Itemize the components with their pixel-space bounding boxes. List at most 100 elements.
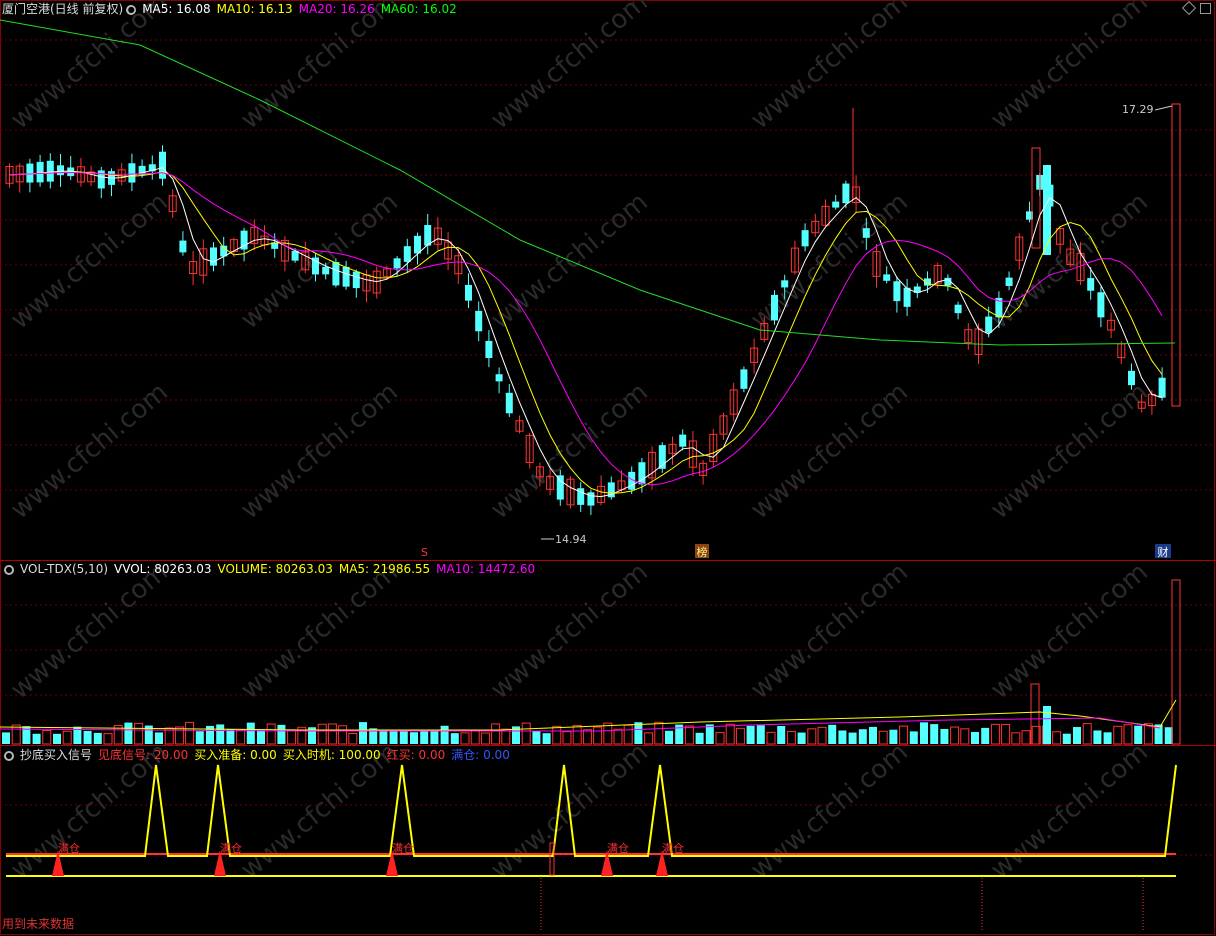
volume-up (266, 723, 276, 745)
volume-down (83, 730, 92, 744)
volume-down (216, 724, 225, 744)
marker-cai: 财 (1158, 545, 1169, 559)
candle-down (883, 274, 891, 281)
volume-up (593, 726, 603, 745)
volume-down (858, 729, 867, 744)
volume-down (634, 722, 643, 744)
volume-up (1011, 732, 1021, 745)
volume-down (53, 733, 61, 744)
candle-down (57, 165, 64, 176)
candle-down (36, 161, 44, 183)
sig_header-item-2: 买入时机: 100.00 (282, 748, 381, 762)
signal-label: 满仓 (58, 841, 80, 855)
main_header-item-1: MA10: 16.13 (216, 2, 293, 16)
candle-down (1158, 377, 1166, 398)
sig_header-item-3: 红买: 0.00 (386, 748, 446, 762)
volume-up (786, 731, 796, 745)
candle-down (393, 258, 401, 269)
sig_header-item-0: 见底信号: 20.00 (98, 748, 189, 762)
marker-bang: 榜 (697, 545, 708, 559)
signal-header: ● 抄底买入信号 见底信号: 20.00 买入准备: 0.00 买入时机: 100.00… (0, 746, 522, 764)
volume-down (981, 727, 990, 744)
candle-down (424, 225, 432, 246)
watermark-text: www.cfchi.com (5, 557, 174, 705)
volume-down (1093, 730, 1102, 744)
volume-up (735, 727, 745, 745)
volume-down (797, 732, 806, 744)
sig_header-item-4: 满仓: 0.00 (451, 748, 510, 762)
volume-up (480, 732, 490, 745)
candle-down (505, 392, 513, 414)
candle-down (97, 170, 105, 189)
volume-up (103, 733, 113, 745)
volume-up (766, 731, 776, 745)
volume-up (715, 732, 725, 745)
candle-up (1031, 147, 1041, 249)
vol_header-item-0: VVOL: 80263.03 (114, 562, 212, 576)
volume-down (777, 725, 786, 744)
volume-down (1073, 727, 1081, 744)
volume-up (684, 725, 694, 745)
footer-note: 用到未来数据 (2, 917, 75, 931)
candle-down (46, 160, 54, 182)
candle-down (414, 235, 421, 254)
candle-down (842, 183, 850, 204)
candle-up (1171, 103, 1181, 407)
volume-up (1052, 731, 1062, 745)
sig_header-item-1: 买入准备: 0.00 (194, 748, 277, 762)
volume-down (389, 729, 398, 744)
candle-down (862, 228, 870, 238)
volume-down (930, 724, 939, 744)
volume-up (348, 732, 358, 745)
marker-s: S (421, 546, 428, 559)
volume-up (185, 721, 195, 745)
main_header-item-3: MA60: 16.02 (380, 2, 457, 16)
volume-down (155, 732, 163, 744)
volume-up (960, 728, 970, 745)
main-chart-header: 厦门空港(日线 前复权) ● MA5: 16.08 MA10: 16.13 MA20: … (0, 0, 469, 18)
volume-down (32, 733, 41, 744)
candle-down (1005, 277, 1013, 286)
volume-down (542, 733, 551, 744)
watermark-text: www.cfchi.com (235, 187, 404, 335)
volume-up (582, 729, 592, 745)
volume-up (317, 723, 327, 745)
candle-down (332, 262, 340, 286)
watermark-text: www.cfchi.com (485, 557, 654, 705)
candle-down (556, 475, 564, 500)
watermark-text: www.cfchi.com (485, 0, 654, 135)
watermark-text: www.cfchi.com (985, 557, 1154, 705)
signal-label: 满仓 (220, 841, 242, 855)
watermark-text: www.cfchi.com (485, 187, 654, 335)
settings-icon[interactable]: ● (126, 4, 137, 15)
volume-down (430, 729, 439, 744)
volume-down (124, 722, 133, 744)
stock-title: 厦门空港(日线 前复权) (2, 2, 124, 16)
candle-down (1087, 278, 1095, 291)
volume-down (665, 730, 673, 744)
candle-down (832, 201, 840, 208)
volume-up (42, 729, 52, 745)
candle-down (985, 316, 993, 333)
stock-chart[interactable]: www.cfchi.com www.cfchi.com www.cfchi.com w… (0, 0, 1216, 936)
maximize-icon[interactable] (1200, 3, 1211, 14)
signal-settings-icon[interactable]: ● (4, 750, 14, 761)
volume-up (950, 726, 960, 745)
watermark-text: www.cfchi.com (5, 187, 174, 335)
volume-down (257, 730, 265, 744)
volume-down (1043, 706, 1051, 744)
signal-label: 满仓 (662, 841, 684, 855)
volume-header: ● VOL-TDX(5,10) VVOL: 80263.03 VOLUME: 8026… (0, 560, 547, 578)
candle-down (903, 287, 911, 307)
volume-up (174, 726, 184, 745)
watermark-text: www.cfchi.com (745, 0, 914, 135)
volume-up (807, 728, 817, 745)
watermark-text: www.cfchi.com (235, 557, 404, 705)
vol_header-item-2: MA5: 21986.55 (338, 562, 431, 576)
volume-down (971, 731, 979, 744)
volume-settings-icon[interactable]: ● (4, 564, 14, 575)
candle-down (322, 266, 330, 275)
candle-down (771, 294, 778, 321)
volume-up (236, 729, 246, 745)
candle-down (128, 163, 136, 183)
